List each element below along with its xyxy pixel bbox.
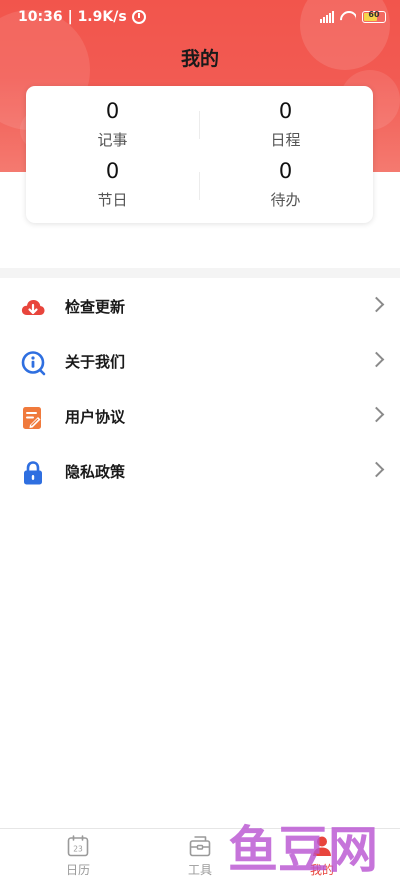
cloud-download-icon <box>21 300 45 315</box>
status-bar: 10:36 | 1.9K/s 60 <box>0 0 400 36</box>
tab-label: 日历 <box>65 863 90 877</box>
stat-label: 节日 <box>97 191 128 209</box>
settings-menu: 检查更新 关于我们 用户协议 隐私政策 <box>0 280 400 500</box>
stat-value: 0 <box>105 99 120 123</box>
menu-item-privacy-policy[interactable]: 隐私政策 <box>0 445 400 500</box>
tab-calendar[interactable]: 23 日历 <box>38 835 118 878</box>
stat-value: 0 <box>278 159 293 183</box>
document-edit-icon <box>23 407 41 429</box>
page-title: 我的 <box>180 48 219 70</box>
status-left: 10:36 | 1.9K/s <box>18 9 146 25</box>
battery-percent: 60 <box>368 10 380 19</box>
stat-label: 待办 <box>270 191 301 209</box>
stat-holidays[interactable]: 0 节日 <box>26 159 199 210</box>
section-divider <box>0 268 400 278</box>
menu-label: 隐私政策 <box>65 463 126 481</box>
signal-icon <box>320 11 334 23</box>
stats-card: 0 记事 0 日程 0 节日 0 待办 <box>26 86 373 223</box>
stat-todos[interactable]: 0 待办 <box>199 159 372 210</box>
stat-label: 日程 <box>270 131 301 149</box>
menu-label: 关于我们 <box>65 353 126 371</box>
menu-label: 检查更新 <box>65 298 126 316</box>
info-icon <box>21 351 46 376</box>
menu-item-about-us[interactable]: 关于我们 <box>0 335 400 390</box>
chevron-right-icon <box>368 296 385 313</box>
stat-value: 0 <box>105 159 120 183</box>
menu-item-check-update[interactable]: 检查更新 <box>0 280 400 335</box>
network-speed: | 1.9K/s <box>67 9 127 25</box>
stat-label: 记事 <box>97 131 128 149</box>
menu-label: 用户协议 <box>65 408 126 426</box>
status-time: 10:36 <box>18 9 63 25</box>
card-divider <box>199 172 200 200</box>
chevron-right-icon <box>368 406 385 423</box>
calendar-icon: 23 <box>67 835 89 857</box>
battery-icon: 60 <box>362 10 386 23</box>
wifi-icon <box>340 11 356 23</box>
stat-notes[interactable]: 0 记事 <box>26 99 199 150</box>
site-watermark: 鱼豆网 <box>228 821 378 879</box>
chevron-right-icon <box>368 461 385 478</box>
menu-item-user-agreement[interactable]: 用户协议 <box>0 390 400 445</box>
status-right: 60 <box>320 10 386 23</box>
calendar-day: 23 <box>73 845 83 854</box>
card-divider <box>199 111 200 139</box>
lock-icon <box>24 461 42 485</box>
toolbox-icon <box>189 836 211 857</box>
alarm-icon <box>131 10 146 24</box>
stat-value: 0 <box>278 99 293 123</box>
stat-schedule[interactable]: 0 日程 <box>199 99 372 150</box>
chevron-right-icon <box>368 351 385 368</box>
